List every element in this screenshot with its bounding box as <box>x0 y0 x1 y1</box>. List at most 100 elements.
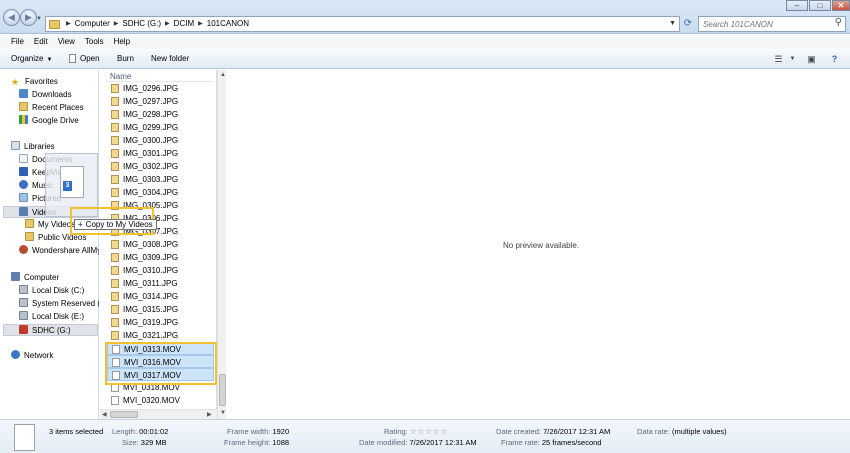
nav-downloads[interactable]: Downloads <box>19 89 72 101</box>
horizontal-scrollbar[interactable]: ◀ ▶ <box>100 409 217 419</box>
file-row[interactable]: IMG_0308.JPG <box>107 238 214 251</box>
file-row[interactable]: IMG_0304.JPG <box>107 186 214 199</box>
date-created-value: 7/26/2017 12:31 AM <box>543 427 611 436</box>
nav-wondershare[interactable]: Wondershare AllMy <box>19 245 99 257</box>
chevron-right-icon[interactable]: ▶ <box>165 19 170 28</box>
file-name: IMG_0321.JPG <box>123 331 179 340</box>
new-folder-button[interactable]: New folder <box>151 54 189 63</box>
file-row[interactable]: IMG_0297.JPG <box>107 95 214 108</box>
file-row[interactable]: IMG_0298.JPG <box>107 108 214 121</box>
nav-computer[interactable]: Computer <box>11 272 59 284</box>
file-name: IMG_0309.JPG <box>123 253 179 262</box>
breadcrumb-101canon[interactable]: 101CANON <box>207 19 249 28</box>
scrollbar-thumb[interactable] <box>110 411 138 418</box>
image-file-icon <box>111 266 119 275</box>
forward-button[interactable]: ▶ <box>20 9 37 26</box>
chevron-right-icon[interactable]: ▶ <box>114 19 119 28</box>
file-row[interactable]: IMG_0299.JPG <box>107 121 214 134</box>
file-row[interactable]: IMG_0314.JPG <box>107 290 214 303</box>
file-row[interactable]: IMG_0321.JPG <box>107 329 214 342</box>
maximize-button[interactable]: □ <box>809 0 831 11</box>
details-pane: 3 items selected Length: 00:01:02 Size: … <box>0 419 850 453</box>
file-row[interactable]: IMG_0301.JPG <box>107 147 214 160</box>
google-drive-icon <box>19 115 28 124</box>
menu-file[interactable]: File <box>11 35 24 49</box>
file-row[interactable]: IMG_0302.JPG <box>107 160 214 173</box>
menu-edit[interactable]: Edit <box>34 35 48 49</box>
rating-stars[interactable]: ☆☆☆☆☆ <box>410 427 449 436</box>
search-box[interactable]: ⚲ <box>698 16 846 32</box>
breadcrumb-computer[interactable]: Computer <box>75 19 110 28</box>
nav-network[interactable]: Network <box>11 350 53 362</box>
nav-system-reserved[interactable]: System Reserved (D: <box>19 298 99 310</box>
address-dropdown-icon[interactable]: ▼ <box>669 20 676 27</box>
frame-rate-field: Frame rate: 25 frames/second <box>501 438 601 447</box>
image-file-icon <box>111 149 119 158</box>
nav-favorites[interactable]: ★ Favorites <box>11 76 58 88</box>
burn-button[interactable]: Burn <box>117 54 134 63</box>
file-name: IMG_0299.JPG <box>123 123 179 132</box>
minimize-button[interactable]: – <box>786 0 808 11</box>
file-name: IMG_0319.JPG <box>123 318 179 327</box>
chevron-right-icon[interactable]: ▶ <box>66 19 71 28</box>
image-file-icon <box>111 84 119 93</box>
nav-recent-places[interactable]: Recent Places <box>19 102 84 114</box>
data-rate-field: Data rate: (multiple values) <box>637 427 727 436</box>
rating-label: Rating: <box>384 427 408 436</box>
close-button[interactable]: ✕ <box>832 0 850 11</box>
image-file-icon <box>111 162 119 171</box>
plus-icon: + <box>78 220 83 229</box>
refresh-button[interactable]: ⟳ <box>681 17 695 31</box>
video-file-icon <box>111 396 119 405</box>
preview-pane-icon[interactable]: ▣ <box>806 54 817 64</box>
image-file-icon <box>111 136 119 145</box>
command-bar: Organize ▼ Open Burn New folder ☰ ▼ ▣ ? <box>0 50 850 69</box>
file-row[interactable]: IMG_0311.JPG <box>107 277 214 290</box>
scroll-down-icon[interactable]: ▼ <box>220 410 226 416</box>
nav-google-drive[interactable]: Google Drive <box>19 115 79 127</box>
file-row[interactable]: IMG_0309.JPG <box>107 251 214 264</box>
view-dropdown-icon[interactable]: ▼ <box>787 54 798 64</box>
menu-help[interactable]: Help <box>114 35 130 49</box>
recent-pages-dropdown[interactable]: ▼ <box>36 16 42 22</box>
nav-my-videos[interactable]: My Videos <box>25 219 75 231</box>
rating-field: Rating: ☆☆☆☆☆ <box>384 427 448 436</box>
scroll-up-icon[interactable]: ▲ <box>220 72 226 78</box>
nav-local-disk-c[interactable]: Local Disk (C:) <box>19 285 84 297</box>
address-bar[interactable]: ▶ Computer ▶ SDHC (G:) ▶ DCIM ▶ 101CANON… <box>45 16 680 32</box>
star-icon: ★ <box>11 77 20 87</box>
breadcrumb-sdhc[interactable]: SDHC (G:) <box>122 19 161 28</box>
file-row[interactable]: IMG_0315.JPG <box>107 303 214 316</box>
file-row[interactable]: IMG_0296.JPG <box>107 82 214 95</box>
scrollbar-thumb[interactable] <box>219 374 226 406</box>
menu-view[interactable]: View <box>58 35 75 49</box>
column-header-name[interactable]: Name <box>110 72 131 81</box>
file-row[interactable]: MVI_0320.MOV <box>107 394 214 407</box>
image-file-icon <box>111 279 119 288</box>
nav-libraries[interactable]: Libraries <box>11 141 55 153</box>
help-icon[interactable]: ? <box>829 54 840 64</box>
breadcrumb-dcim[interactable]: DCIM <box>174 19 194 28</box>
chevron-right-icon[interactable]: ▶ <box>198 19 203 28</box>
search-icon[interactable]: ⚲ <box>835 17 842 28</box>
file-row[interactable]: IMG_0319.JPG <box>107 316 214 329</box>
search-input[interactable] <box>703 17 828 31</box>
back-button[interactable]: ◀ <box>3 9 20 26</box>
nav-local-disk-e[interactable]: Local Disk (E:) <box>19 311 84 323</box>
open-button[interactable]: Open <box>69 54 100 63</box>
file-row[interactable]: IMG_0303.JPG <box>107 173 214 186</box>
menu-tools[interactable]: Tools <box>85 35 104 49</box>
file-row[interactable]: IMG_0300.JPG <box>107 134 214 147</box>
scroll-left-icon[interactable]: ◀ <box>102 411 107 418</box>
vertical-scrollbar[interactable]: ▲ ▼ <box>217 70 226 419</box>
sd-card-icon <box>19 325 28 334</box>
nav-label: Local Disk (C:) <box>32 286 85 295</box>
frame-width-label: Frame width: <box>227 427 271 436</box>
nav-sdhc[interactable]: SDHC (G:) <box>3 324 98 336</box>
scroll-right-icon[interactable]: ▶ <box>207 411 212 418</box>
file-row[interactable]: IMG_0310.JPG <box>107 264 214 277</box>
frame-width-field: Frame width: 1920 <box>227 427 289 436</box>
view-options-icon[interactable]: ☰ <box>773 54 784 64</box>
organize-button[interactable]: Organize ▼ <box>11 54 52 63</box>
nav-label: Computer <box>24 273 60 282</box>
